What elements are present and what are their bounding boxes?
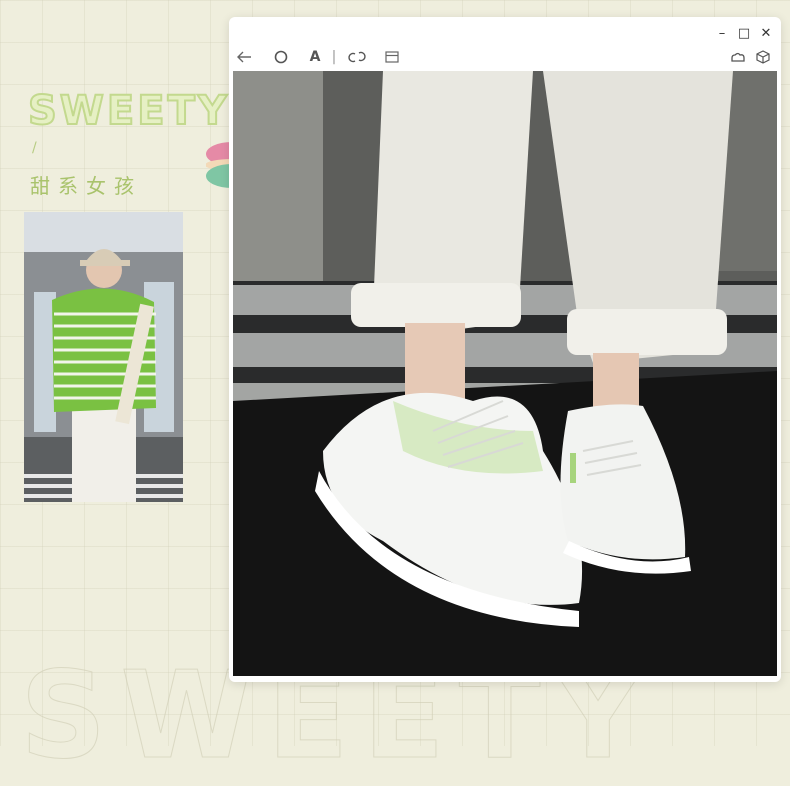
arrow-left-icon[interactable] <box>235 47 253 67</box>
brand-title: SWEETY <box>27 87 230 135</box>
cube-icon[interactable] <box>754 47 772 67</box>
window-icon[interactable] <box>383 47 401 67</box>
side-photo-girl <box>24 212 183 502</box>
image-viewer-window: – □ ✕ A | <box>229 17 781 682</box>
link-icon[interactable] <box>348 47 366 67</box>
toolbar-separator: | <box>331 49 337 65</box>
sneaker-photo <box>233 71 777 676</box>
circle-icon[interactable] <box>272 47 290 67</box>
cloud-icon[interactable] <box>729 47 747 67</box>
brand-slash: / <box>32 140 37 156</box>
brand-subtitle: 甜系女孩 <box>30 174 142 198</box>
text-tool-button[interactable]: A <box>308 47 322 67</box>
close-button[interactable]: ✕ <box>757 25 775 43</box>
minimize-button[interactable]: – <box>713 25 731 43</box>
maximize-button[interactable]: □ <box>735 25 753 43</box>
